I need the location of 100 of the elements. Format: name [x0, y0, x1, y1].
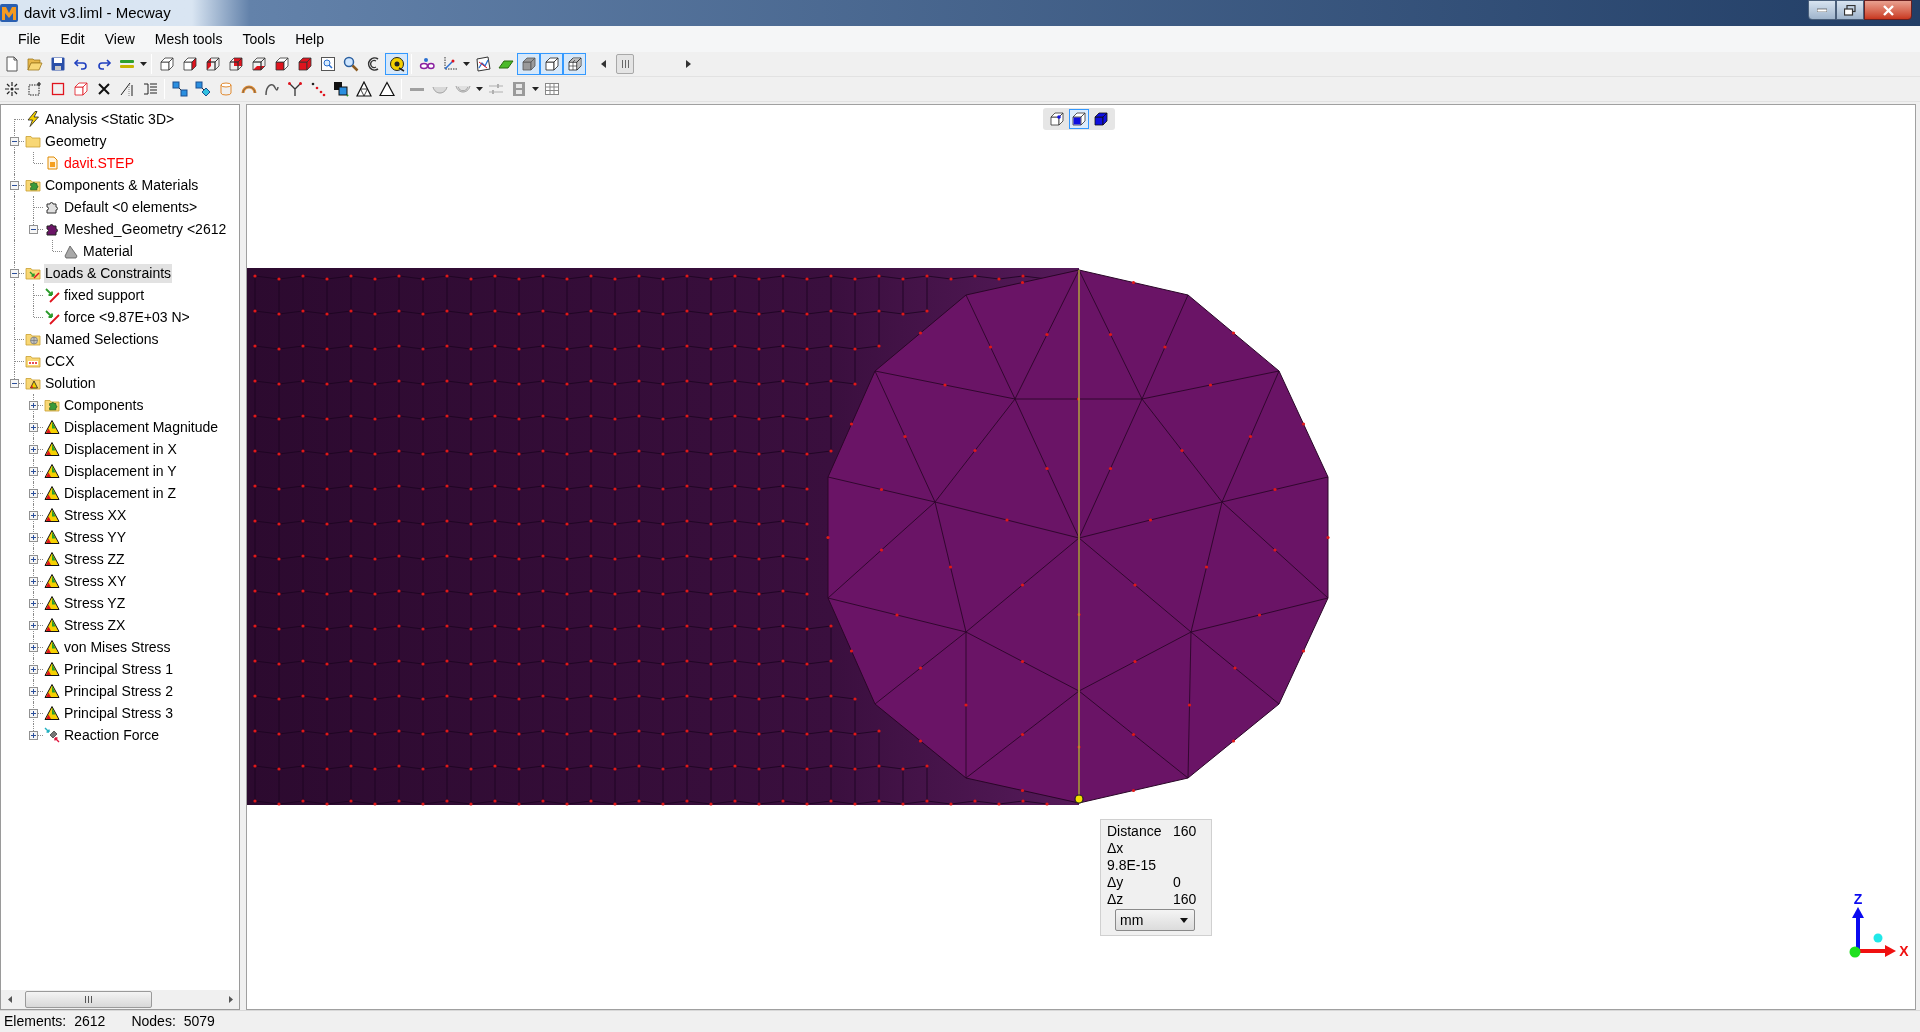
maximize-button[interactable] [1836, 0, 1864, 20]
tree-item[interactable]: fixed support [63, 285, 146, 305]
tree-item[interactable]: Material [82, 241, 134, 261]
close-button[interactable] [1864, 0, 1912, 20]
tree-item[interactable]: Principal Stress 3 [63, 703, 174, 723]
tree-item[interactable]: von Mises Stress [63, 637, 172, 657]
tree-item[interactable]: Stress ZZ [63, 549, 126, 569]
expand-toggle[interactable] [29, 709, 38, 718]
horizontal-scrollbar[interactable] [1, 990, 239, 1009]
triangle-icon [44, 639, 60, 655]
scrollbar-thumb[interactable] [616, 54, 634, 74]
minimize-button[interactable] [1808, 0, 1836, 20]
menu-item[interactable]: Mesh tools [144, 29, 233, 49]
tree-item[interactable]: Displacement in Y [63, 461, 178, 481]
tree-item[interactable]: Components & Materials [44, 175, 200, 195]
unit-dropdown[interactable]: mm [1115, 909, 1195, 931]
caret-icon [475, 87, 483, 91]
puzzle-folder-icon [25, 177, 41, 193]
tree-item[interactable]: Stress YY [63, 527, 127, 547]
caret-icon [531, 87, 539, 91]
tree-item[interactable]: Stress XY [63, 571, 128, 591]
triangle-icon [44, 617, 60, 633]
tree-item[interactable]: Solution [44, 373, 97, 393]
minimize-icon [1817, 8, 1827, 12]
tree-item[interactable]: davit.STEP [63, 153, 136, 173]
measurement-value: 9.8E-15 [1107, 857, 1157, 874]
tree-item[interactable]: Meshed_Geometry <2612 [63, 219, 228, 239]
menu-item[interactable]: View [94, 29, 145, 49]
collapse-toggle[interactable] [10, 137, 19, 146]
tree-item[interactable]: Displacement Magnitude [63, 417, 220, 437]
right-arrow-icon[interactable] [228, 996, 233, 1003]
collapse-toggle[interactable] [10, 269, 19, 278]
tree-item[interactable]: Stress YZ [63, 593, 127, 613]
triangle-icon [44, 441, 60, 457]
measurement-label: Distance [1107, 823, 1163, 840]
collapse-toggle[interactable] [10, 181, 19, 190]
tree-item[interactable]: Stress XX [63, 505, 128, 525]
tree-item[interactable]: Displacement in X [63, 439, 178, 459]
triangle-icon [44, 507, 60, 523]
lightning-icon [25, 111, 41, 127]
expand-toggle[interactable] [29, 731, 38, 740]
triangle-icon [44, 595, 60, 611]
expand-toggle[interactable] [29, 445, 38, 454]
status-label: Elements: [4, 1012, 67, 1031]
tree-item[interactable]: Named Selections [44, 329, 160, 349]
triangle-icon [44, 485, 60, 501]
puzzle-folder-icon [44, 397, 60, 413]
wedge-icon [63, 243, 79, 259]
status-label: Nodes: [131, 1012, 176, 1031]
expand-toggle[interactable] [29, 621, 38, 630]
status-value: 5079 [183, 1012, 215, 1031]
menu-item[interactable]: Edit [50, 29, 95, 49]
left-arrow-icon[interactable] [7, 996, 12, 1003]
right-arrow-icon[interactable] [686, 60, 691, 68]
triangle-icon [44, 419, 60, 435]
expand-toggle[interactable] [29, 687, 38, 696]
left-arrow-icon[interactable] [601, 60, 606, 68]
expand-toggle[interactable] [29, 643, 38, 652]
menu-item[interactable]: Help [285, 29, 334, 49]
triangle-icon [44, 573, 60, 589]
scrollbar-thumb[interactable] [25, 991, 152, 1008]
axis-label: X [1899, 943, 1909, 959]
expand-toggle[interactable] [29, 401, 38, 410]
close-icon [1882, 4, 1894, 16]
collapse-toggle[interactable] [29, 225, 38, 234]
expand-toggle[interactable] [29, 467, 38, 476]
triangle-icon [44, 661, 60, 677]
axis-triad-drawing [1849, 907, 1896, 958]
tree-item[interactable]: Reaction Force [63, 725, 160, 745]
expand-toggle[interactable] [29, 511, 38, 520]
tree-item[interactable]: Geometry [44, 131, 108, 151]
arrow-icon [44, 309, 60, 325]
menu-item[interactable]: File [8, 29, 51, 49]
folder-icon [25, 133, 41, 149]
expand-toggle[interactable] [29, 423, 38, 432]
collapse-toggle[interactable] [10, 379, 19, 388]
expand-toggle[interactable] [29, 555, 38, 564]
tree-item[interactable]: Analysis <Static 3D> [44, 109, 176, 129]
expand-toggle[interactable] [29, 599, 38, 608]
axis-label: Z [1853, 891, 1863, 907]
tree-item[interactable]: force <9.87E+03 N> [63, 307, 191, 327]
expand-toggle[interactable] [29, 533, 38, 542]
triangle-icon [44, 529, 60, 545]
tree-item[interactable]: Principal Stress 1 [63, 659, 174, 679]
measurement-value: 0 [1173, 874, 1181, 891]
triangle-icon [44, 463, 60, 479]
puzzle-icon [44, 221, 60, 237]
expand-toggle[interactable] [29, 489, 38, 498]
menu-item[interactable]: Tools [232, 29, 286, 49]
tree-item[interactable]: Default <0 elements> [63, 197, 199, 217]
tree-item[interactable]: Principal Stress 2 [63, 681, 174, 701]
tree-item[interactable]: Stress ZX [63, 615, 127, 635]
arrow-folder-icon [25, 265, 41, 281]
expand-toggle[interactable] [29, 577, 38, 586]
tree-item[interactable]: CCX [44, 351, 76, 371]
tree-item[interactable]: Displacement in Z [63, 483, 178, 503]
tree-item[interactable]: Components [63, 395, 145, 415]
triangle-icon [44, 705, 60, 721]
expand-toggle[interactable] [29, 665, 38, 674]
tree-item[interactable]: Loads & Constraints [44, 263, 173, 283]
